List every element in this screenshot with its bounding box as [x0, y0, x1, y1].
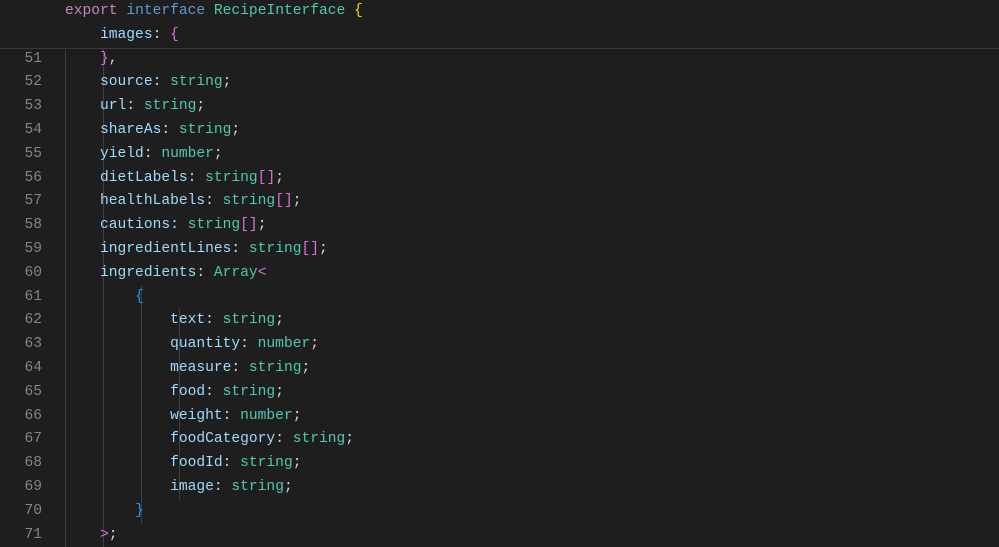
- code-text: yield: number;: [62, 146, 223, 162]
- code-text: images: {: [62, 27, 179, 43]
- code-area[interactable]: export interface RecipeInterface { image…: [62, 0, 999, 547]
- code-text: source: string;: [62, 74, 231, 90]
- code-text: },: [62, 51, 118, 67]
- line-number: 51: [0, 48, 42, 72]
- sticky-scroll-divider: [0, 48, 999, 49]
- code-text: image: string;: [62, 479, 293, 495]
- line-number: 67: [0, 428, 42, 452]
- code-line[interactable]: }: [62, 500, 999, 524]
- code-text: measure: string;: [62, 360, 310, 376]
- code-line[interactable]: image: string;: [62, 476, 999, 500]
- code-line[interactable]: healthLabels: string[];: [62, 190, 999, 214]
- code-line[interactable]: weight: number;: [62, 405, 999, 429]
- code-text: weight: number;: [62, 408, 301, 424]
- line-number: 66: [0, 405, 42, 429]
- code-text: >;: [62, 527, 118, 543]
- line-number: 71: [0, 524, 42, 547]
- code-line[interactable]: url: string;: [62, 95, 999, 119]
- code-text: quantity: number;: [62, 336, 319, 352]
- line-number: 59: [0, 238, 42, 262]
- code-line[interactable]: foodId: string;: [62, 452, 999, 476]
- code-text: food: string;: [62, 384, 284, 400]
- code-line[interactable]: foodCategory: string;: [62, 428, 999, 452]
- line-number: 57: [0, 190, 42, 214]
- line-number: 69: [0, 476, 42, 500]
- code-text: {: [62, 289, 144, 305]
- code-line[interactable]: ingredientLines: string[];: [62, 238, 999, 262]
- code-line[interactable]: food: string;: [62, 381, 999, 405]
- line-number: 55: [0, 143, 42, 167]
- code-text: dietLabels: string[];: [62, 170, 284, 186]
- line-number-gutter: 2630515253545556575859606162636465666768…: [0, 0, 62, 547]
- line-number: 62: [0, 309, 42, 333]
- line-number: 58: [0, 214, 42, 238]
- line-number: 61: [0, 286, 42, 310]
- code-text: shareAs: string;: [62, 122, 240, 138]
- code-text: }: [62, 503, 144, 519]
- line-number: 53: [0, 95, 42, 119]
- code-line[interactable]: cautions: string[];: [62, 214, 999, 238]
- code-text: cautions: string[];: [62, 217, 266, 233]
- code-line[interactable]: dietLabels: string[];: [62, 167, 999, 191]
- code-text: text: string;: [62, 312, 284, 328]
- code-text: ingredients: Array<: [62, 265, 266, 281]
- line-number: 68: [0, 452, 42, 476]
- line-number: 64: [0, 357, 42, 381]
- code-line[interactable]: yield: number;: [62, 143, 999, 167]
- code-text: healthLabels: string[];: [62, 193, 301, 209]
- line-number: 70: [0, 500, 42, 524]
- line-number: 60: [0, 262, 42, 286]
- code-line[interactable]: >;: [62, 524, 999, 547]
- code-text: ingredientLines: string[];: [62, 241, 328, 257]
- line-number: 56: [0, 167, 42, 191]
- code-line[interactable]: source: string;: [62, 71, 999, 95]
- code-text: url: string;: [62, 98, 205, 114]
- line-number: 54: [0, 119, 42, 143]
- code-line[interactable]: ingredients: Array<: [62, 262, 999, 286]
- code-text: foodCategory: string;: [62, 431, 354, 447]
- code-line[interactable]: shareAs: string;: [62, 119, 999, 143]
- code-line[interactable]: {: [62, 286, 999, 310]
- line-number: 63: [0, 333, 42, 357]
- code-text: foodId: string;: [62, 455, 301, 471]
- code-line[interactable]: },: [62, 48, 999, 72]
- code-editor[interactable]: 2630515253545556575859606162636465666768…: [0, 0, 999, 547]
- code-line[interactable]: measure: string;: [62, 357, 999, 381]
- code-line[interactable]: text: string;: [62, 309, 999, 333]
- code-line[interactable]: quantity: number;: [62, 333, 999, 357]
- line-number: 65: [0, 381, 42, 405]
- code-text: export interface RecipeInterface {: [62, 3, 363, 19]
- line-number: 52: [0, 71, 42, 95]
